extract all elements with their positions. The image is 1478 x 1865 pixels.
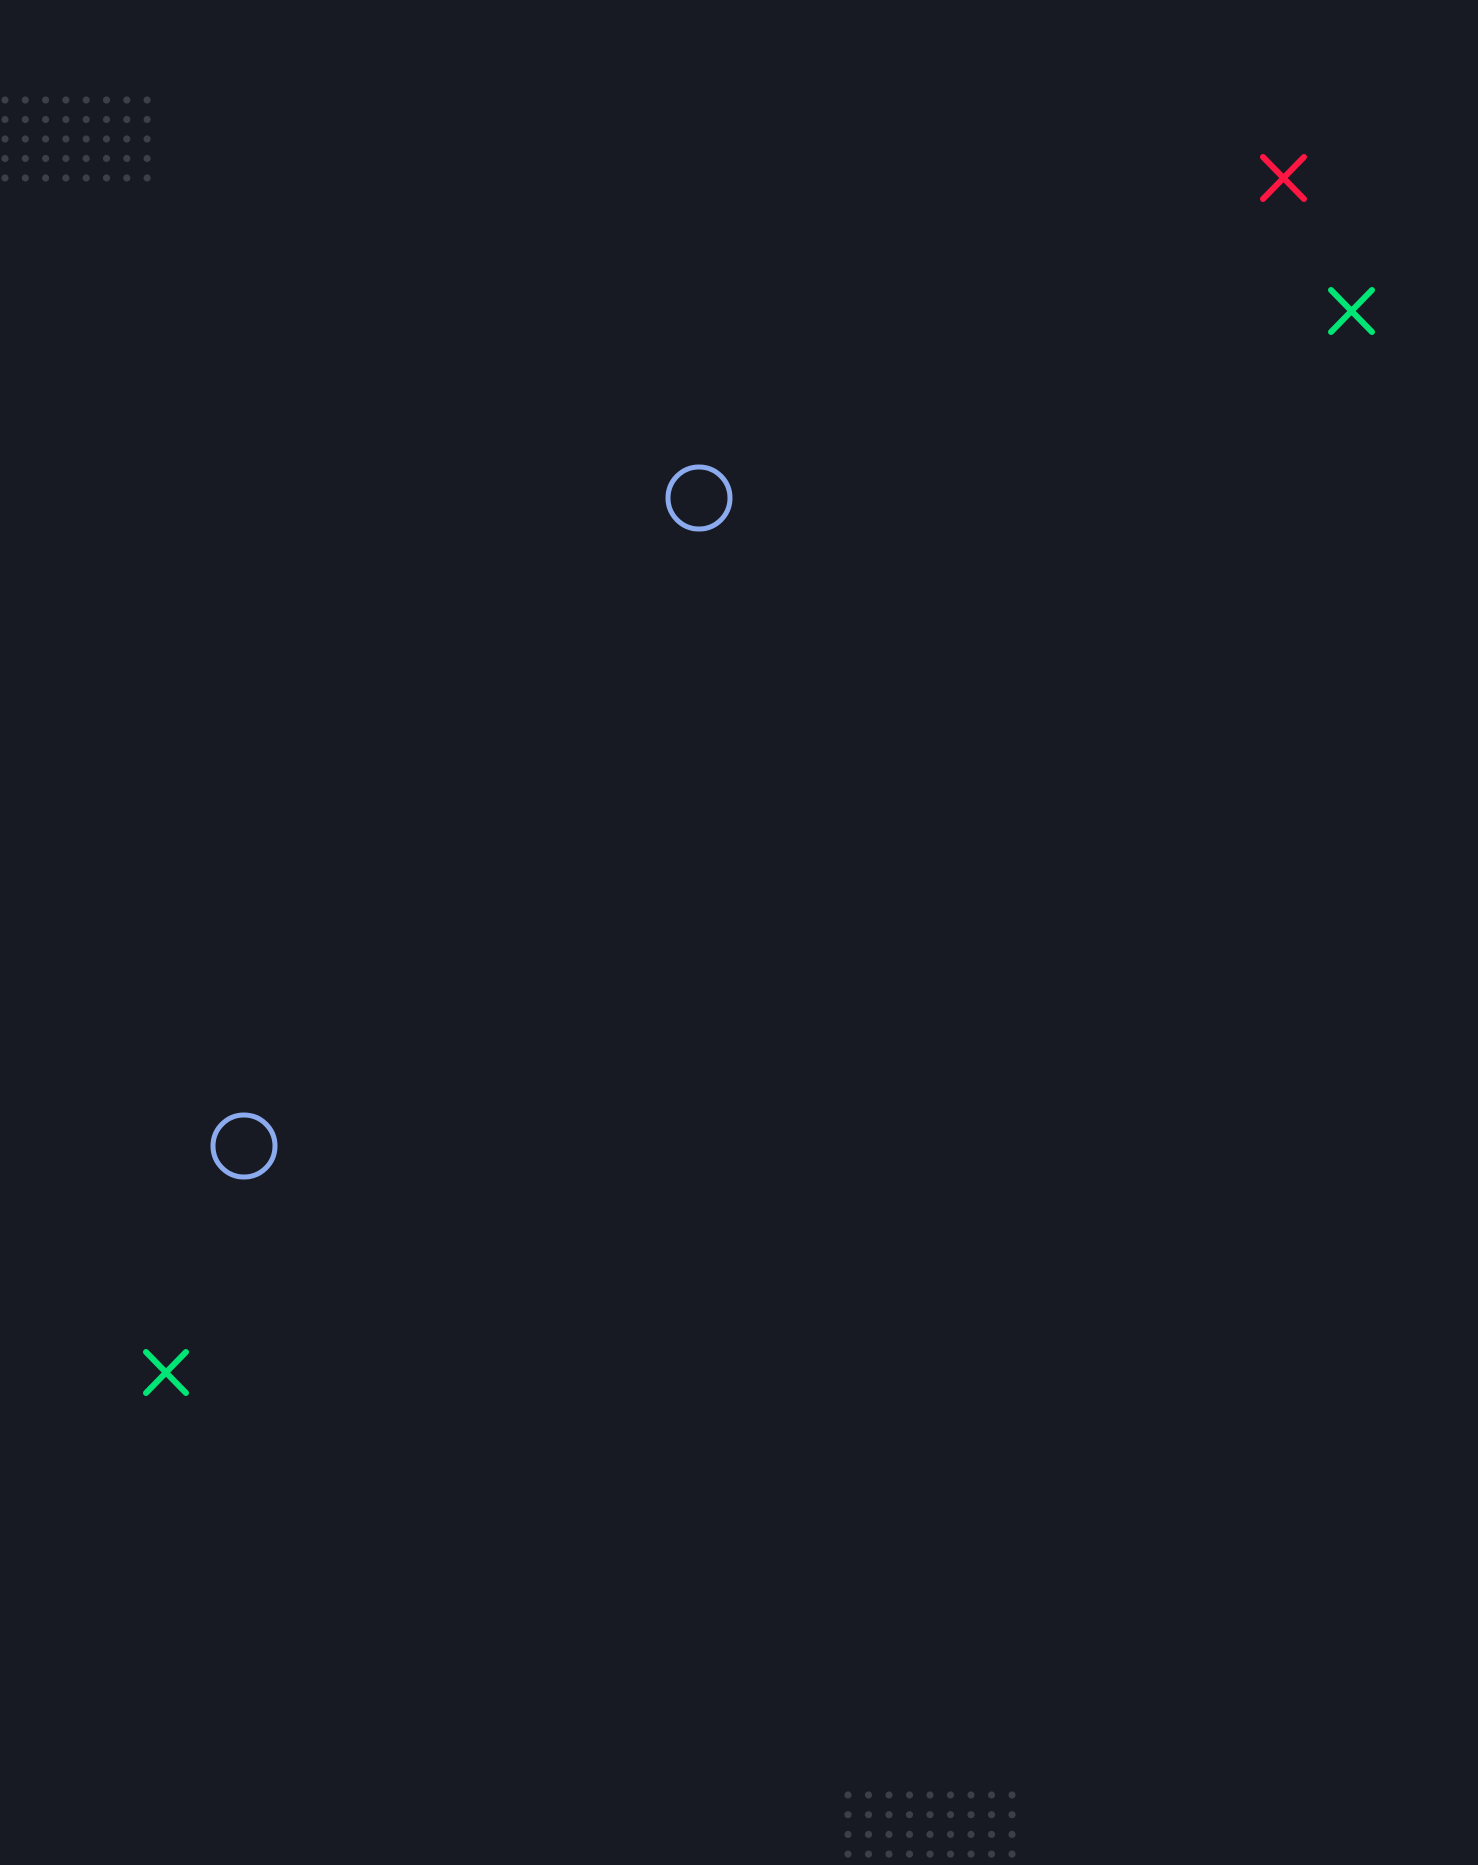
grid-dot bbox=[987, 1830, 996, 1838]
grid-dot bbox=[946, 1830, 955, 1838]
grid-dot bbox=[143, 96, 151, 104]
grid-dot bbox=[864, 1811, 873, 1819]
grid-dot bbox=[62, 174, 70, 182]
grid-dot bbox=[143, 135, 151, 143]
decorative-background bbox=[0, 0, 1478, 1865]
grid-dot bbox=[102, 96, 111, 104]
grid-dot bbox=[21, 115, 29, 124]
grid-dot bbox=[82, 174, 90, 182]
grid-dot bbox=[62, 135, 70, 143]
grid-dot bbox=[946, 1811, 955, 1819]
grid-dot bbox=[885, 1850, 893, 1858]
grid-dot bbox=[905, 1830, 914, 1838]
grid-dot bbox=[946, 1850, 955, 1858]
grid-dot bbox=[123, 154, 131, 163]
grid-dot bbox=[987, 1850, 996, 1858]
grid-dot bbox=[42, 154, 50, 163]
grid-dot bbox=[844, 1811, 852, 1819]
grid-dot bbox=[926, 1791, 934, 1799]
grid-dot bbox=[102, 135, 111, 143]
grid-dot bbox=[967, 1811, 975, 1819]
grid-dot bbox=[844, 1850, 852, 1858]
grid-dot bbox=[42, 115, 50, 124]
grid-dot bbox=[1008, 1791, 1016, 1799]
grid-dot bbox=[967, 1791, 975, 1799]
grid-dot bbox=[885, 1791, 893, 1799]
grid-dot bbox=[926, 1850, 934, 1858]
grid-dot bbox=[1, 96, 9, 104]
grid-dot bbox=[123, 135, 131, 143]
grid-dot bbox=[123, 96, 131, 104]
grid-dot bbox=[102, 115, 111, 124]
grid-dot bbox=[123, 115, 131, 124]
grid-dot bbox=[1008, 1830, 1016, 1838]
grid-dot bbox=[864, 1830, 873, 1838]
grid-dot bbox=[82, 135, 90, 143]
grid-dot bbox=[1008, 1850, 1016, 1858]
grid-dot bbox=[926, 1830, 934, 1838]
grid-dot bbox=[62, 96, 70, 104]
grid-dot bbox=[885, 1830, 893, 1838]
grid-dot bbox=[102, 174, 111, 182]
grid-dot bbox=[143, 154, 151, 163]
grid-dot bbox=[82, 96, 90, 104]
grid-dot bbox=[844, 1830, 852, 1838]
grid-dot bbox=[1, 135, 9, 143]
grid-dot bbox=[844, 1791, 852, 1799]
grid-dot bbox=[62, 115, 70, 124]
grid-dot bbox=[946, 1791, 955, 1799]
grid-dot bbox=[62, 154, 70, 163]
grid-dot bbox=[21, 96, 29, 104]
grid-dot bbox=[82, 115, 90, 124]
grid-dot bbox=[885, 1811, 893, 1819]
grid-dot bbox=[1, 174, 9, 182]
grid-dot bbox=[21, 154, 29, 163]
grid-dot bbox=[1008, 1811, 1016, 1819]
grid-dot bbox=[42, 96, 50, 104]
grid-dot bbox=[143, 174, 151, 182]
background-fill bbox=[0, 0, 1478, 1865]
grid-dot bbox=[21, 135, 29, 143]
grid-dot bbox=[987, 1811, 996, 1819]
grid-dot bbox=[21, 174, 29, 182]
grid-dot bbox=[926, 1811, 934, 1819]
grid-dot bbox=[1, 154, 9, 163]
grid-dot bbox=[42, 174, 50, 182]
grid-dot bbox=[864, 1850, 873, 1858]
grid-dot bbox=[987, 1791, 996, 1799]
grid-dot bbox=[123, 174, 131, 182]
grid-dot bbox=[1, 115, 9, 124]
grid-dot bbox=[82, 154, 90, 163]
grid-dot bbox=[905, 1791, 914, 1799]
grid-dot bbox=[967, 1850, 975, 1858]
grid-dot bbox=[102, 154, 111, 163]
grid-dot bbox=[967, 1830, 975, 1838]
grid-dot bbox=[905, 1811, 914, 1819]
grid-dot bbox=[143, 115, 151, 124]
grid-dot bbox=[864, 1791, 873, 1799]
grid-dot bbox=[42, 135, 50, 143]
grid-dot bbox=[905, 1850, 914, 1858]
